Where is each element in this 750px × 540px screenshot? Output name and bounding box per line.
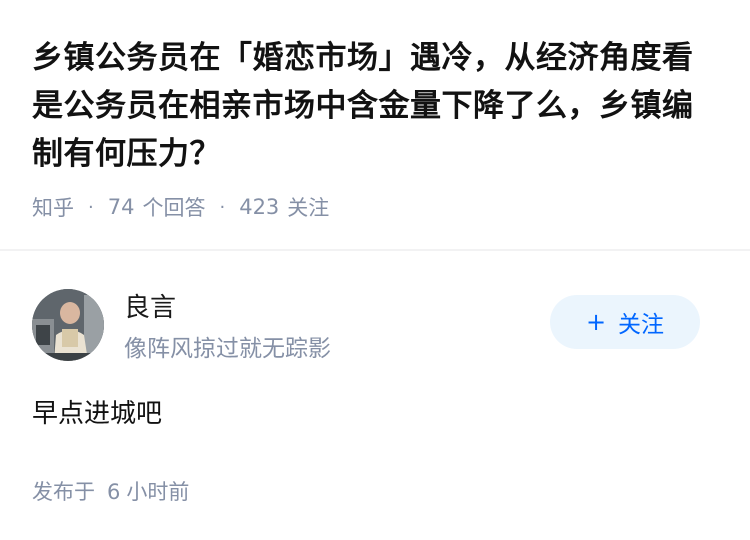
question-header: 乡镇公务员在「婚恋市场」遇冷，从经济角度看是公务员在相亲市场中含金量下降了么，乡… — [32, 34, 722, 222]
meta-separator: · — [88, 196, 94, 218]
question-meta: 知乎 · 74 个回答 · 423 关注 — [32, 192, 722, 222]
follow-button-label: 关注 — [618, 312, 665, 338]
published-prefix: 发布于 — [32, 480, 95, 504]
author-bio: 像阵风掠过就无踪影 — [124, 336, 331, 362]
follower-count: 423 — [239, 195, 280, 219]
avatar[interactable] — [32, 289, 104, 361]
published-unit: 小时前 — [126, 480, 190, 504]
source-label[interactable]: 知乎 — [32, 192, 74, 222]
author-name[interactable]: 良言 — [124, 287, 176, 324]
answer-count-label[interactable]: 个回答 — [142, 192, 205, 222]
follow-button[interactable]: + 关注 — [550, 295, 700, 349]
meta-separator: · — [219, 196, 226, 218]
follower-count-label: 关注 — [287, 196, 330, 220]
published-amount: 6 — [107, 480, 121, 504]
author-card: 良言 像阵风掠过就无踪影 + 关注 — [32, 285, 700, 362]
answer-count: 74 — [107, 195, 135, 219]
answer-content: 早点进城吧 — [32, 399, 163, 429]
question-title[interactable]: 乡镇公务员在「婚恋市场」遇冷，从经济角度看是公务员在相亲市场中含金量下降了么，乡… — [32, 34, 722, 178]
answer-timestamp: 发布于 6 小时前 — [32, 476, 189, 506]
section-divider — [0, 249, 750, 251]
plus-icon: + — [585, 308, 607, 336]
user-avatar-photo-icon — [32, 289, 104, 361]
